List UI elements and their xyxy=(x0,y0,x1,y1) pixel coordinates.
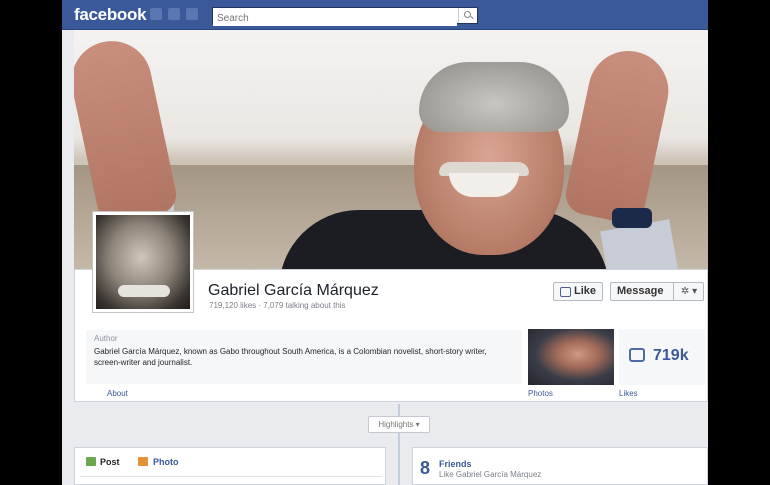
like-button-label: Like xyxy=(574,285,597,297)
photo-icon xyxy=(138,457,148,466)
friends-sub: Like Gabriel García Márquez xyxy=(439,470,542,479)
profile-picture[interactable] xyxy=(92,211,194,313)
page-title: Gabriel García Márquez xyxy=(208,282,379,299)
likes-thumb-icon xyxy=(629,348,645,362)
about-text: Gabriel García Márquez, known as Gabo th… xyxy=(94,347,487,367)
highlights-dropdown[interactable]: Highlights ▾ xyxy=(368,416,430,433)
friends-count: 8 xyxy=(420,458,431,478)
message-button-group: Message ✲ ▾ xyxy=(610,282,704,301)
status-icon xyxy=(86,457,96,466)
tab-likes[interactable]: Likes xyxy=(619,389,638,398)
friends-label[interactable]: Friends xyxy=(439,459,472,469)
message-button[interactable]: Message xyxy=(617,285,663,297)
tab-photos[interactable]: Photos xyxy=(528,389,553,398)
likes-count: 719k xyxy=(653,347,689,364)
page-stats: 719,120 likes · 7,079 talking about this xyxy=(209,301,346,310)
composer-input[interactable] xyxy=(80,476,382,485)
about-label: Author xyxy=(94,334,118,343)
composer-photo-tab[interactable]: Photo xyxy=(153,457,179,467)
profile-picture-image xyxy=(96,215,190,309)
tab-about[interactable]: About xyxy=(107,389,128,398)
composer-post-tab[interactable]: Post xyxy=(100,457,120,467)
like-thumb-icon xyxy=(560,287,571,297)
photos-thumbnail[interactable] xyxy=(528,329,614,385)
settings-gear-icon[interactable]: ✲ ▾ xyxy=(673,283,704,300)
like-button[interactable]: Like xyxy=(553,282,603,301)
